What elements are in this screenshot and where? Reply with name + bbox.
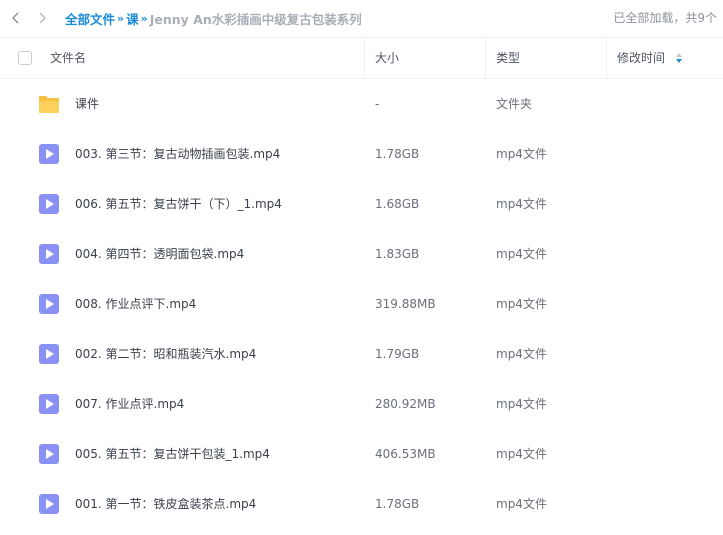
- file-name[interactable]: 006. 第五节：复古饼干（下）_1.mp4: [75, 179, 282, 229]
- breadcrumb-separator: »: [117, 11, 125, 25]
- file-size: 1.78GB: [375, 147, 420, 161]
- chevron-right-icon: [39, 12, 46, 24]
- file-row[interactable]: 004. 第四节：透明面包袋.mp4 1.83GB mp4文件: [0, 229, 723, 279]
- column-divider: [364, 38, 365, 78]
- forward-button[interactable]: [29, 0, 55, 36]
- file-size: 406.53MB: [375, 447, 436, 461]
- file-size: 280.92MB: [375, 397, 436, 411]
- folder-icon: [38, 93, 60, 115]
- load-status: 已全部加载，共9个: [613, 11, 717, 25]
- file-row[interactable]: 002. 第二节：昭和瓶装汽水.mp4 1.79GB mp4文件: [0, 329, 723, 379]
- video-file-icon: [38, 393, 60, 415]
- file-name[interactable]: 002. 第二节：昭和瓶装汽水.mp4: [75, 329, 256, 379]
- file-list-header: 文件名 大小 类型 修改时间: [0, 37, 723, 79]
- file-size: 1.78GB: [375, 497, 420, 511]
- video-file-icon: [38, 143, 60, 165]
- file-type: mp4文件: [496, 147, 547, 161]
- column-header-modified[interactable]: 修改时间: [617, 38, 665, 78]
- video-file-icon: [38, 493, 60, 515]
- file-type: mp4文件: [496, 497, 547, 511]
- file-size: 1.68GB: [375, 197, 420, 211]
- file-size: 319.88MB: [375, 297, 436, 311]
- video-file-icon: [38, 443, 60, 465]
- file-type: 文件夹: [496, 97, 533, 111]
- breadcrumb-all-files[interactable]: 全部文件: [65, 9, 115, 28]
- chevron-left-icon: [12, 12, 19, 24]
- file-size: 1.79GB: [375, 347, 420, 361]
- video-file-icon: [38, 193, 60, 215]
- file-name[interactable]: 007. 作业点评.mp4: [75, 379, 184, 429]
- video-file-icon: [38, 243, 60, 265]
- select-all-checkbox[interactable]: [18, 51, 32, 65]
- file-name[interactable]: 005. 第五节：复古饼干包装_1.mp4: [75, 429, 270, 479]
- video-file-icon: [38, 293, 60, 315]
- toolbar: 全部文件 » 课 » Jenny An水彩插画中级复古包装系列 已全部加载，共9…: [0, 0, 723, 36]
- breadcrumb-current-folder: Jenny An水彩插画中级复古包装系列: [149, 11, 362, 27]
- file-row[interactable]: 001. 第一节：铁皮盒装茶点.mp4 1.78GB mp4文件: [0, 479, 723, 529]
- file-row[interactable]: 007. 作业点评.mp4 280.92MB mp4文件: [0, 379, 723, 429]
- file-type: mp4文件: [496, 197, 547, 211]
- file-name[interactable]: 004. 第四节：透明面包袋.mp4: [75, 229, 244, 279]
- video-file-icon: [38, 343, 60, 365]
- file-name[interactable]: 003. 第三节：复古动物插画包装.mp4: [75, 129, 280, 179]
- file-size: 1.83GB: [375, 247, 420, 261]
- column-header-size[interactable]: 大小: [375, 38, 399, 78]
- file-row[interactable]: 课件 - 文件夹: [0, 79, 723, 129]
- file-row[interactable]: 006. 第五节：复古饼干（下）_1.mp4 1.68GB mp4文件: [0, 179, 723, 229]
- column-divider: [606, 38, 607, 78]
- breadcrumb-course[interactable]: 课: [126, 9, 139, 28]
- column-divider: [485, 38, 486, 78]
- back-button[interactable]: [3, 0, 29, 36]
- file-name[interactable]: 001. 第一节：铁皮盒装茶点.mp4: [75, 479, 256, 529]
- file-type: mp4文件: [496, 397, 547, 411]
- column-header-name[interactable]: 文件名: [50, 38, 86, 78]
- file-name[interactable]: 008. 作业点评下.mp4: [75, 279, 196, 329]
- file-row[interactable]: 008. 作业点评下.mp4 319.88MB mp4文件: [0, 279, 723, 329]
- file-row[interactable]: 005. 第五节：复古饼干包装_1.mp4 406.53MB mp4文件: [0, 429, 723, 479]
- column-header-type[interactable]: 类型: [496, 38, 520, 78]
- sort-icon[interactable]: [676, 53, 682, 63]
- file-type: mp4文件: [496, 447, 547, 461]
- file-type: mp4文件: [496, 297, 547, 311]
- file-type: mp4文件: [496, 247, 547, 261]
- file-row[interactable]: 003. 第三节：复古动物插画包装.mp4 1.78GB mp4文件: [0, 129, 723, 179]
- file-type: mp4文件: [496, 347, 547, 361]
- breadcrumb-separator: »: [140, 11, 148, 25]
- breadcrumb: 全部文件 » 课 » Jenny An水彩插画中级复古包装系列: [65, 9, 362, 28]
- file-name[interactable]: 课件: [75, 79, 99, 129]
- file-size: -: [375, 97, 380, 111]
